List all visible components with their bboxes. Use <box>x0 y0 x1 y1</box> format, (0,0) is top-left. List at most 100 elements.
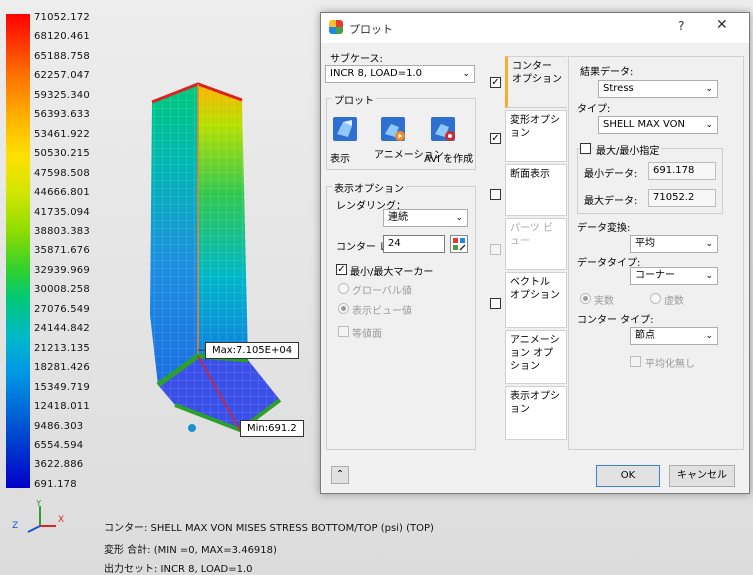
dialog-titlebar[interactable]: プロット ? ✕ <box>321 13 749 43</box>
minmax-spec-checkbox[interactable] <box>580 143 591 154</box>
legend-value: 35871.676 <box>34 245 90 257</box>
axis-triad-icon: Y X Z <box>12 500 64 533</box>
legend-value: 12418.011 <box>34 401 90 413</box>
legend-value: 56393.633 <box>34 109 90 121</box>
iso-surface-label: 等値面 <box>352 329 382 340</box>
subcase-select[interactable]: INCR 8, LOAD=1.0 ⌄ <box>325 65 475 83</box>
min-data-label: 最小データ: <box>584 169 638 180</box>
legend-value: 47598.508 <box>34 167 90 179</box>
data-type-value: コーナー <box>635 270 675 281</box>
legend-value: 9486.303 <box>34 420 84 432</box>
minmax-marker-label: 最小/最大マーカー <box>350 267 434 278</box>
legend-value: 691.178 <box>34 478 77 490</box>
stress-contour-model <box>150 82 282 433</box>
view-value-radio[interactable] <box>338 303 349 314</box>
legend-value: 59325.340 <box>34 89 90 101</box>
status-output-line: 出力セット: INCR 8, LOAD=1.0 <box>104 564 253 575</box>
tab-section-view[interactable]: 断面表示 <box>505 164 567 216</box>
status-contour-line: コンター: SHELL MAX VON MISES STRESS BOTTOM/… <box>104 523 434 534</box>
result-data-select[interactable]: Stress ⌄ <box>598 80 718 98</box>
display-icon[interactable] <box>332 116 358 142</box>
subcase-value: INCR 8, LOAD=1.0 <box>330 68 422 79</box>
tab-contour-options[interactable]: コンター オプション <box>505 56 567 108</box>
display-button-label[interactable]: 表示 <box>330 150 350 165</box>
rendering-value: 連続 <box>388 212 408 223</box>
type-label: タイプ: <box>577 104 611 115</box>
chevron-down-icon: ⌄ <box>705 120 713 130</box>
help-button[interactable]: ? <box>678 19 684 33</box>
data-transform-label: データ変換: <box>577 223 631 234</box>
min-data-input[interactable]: 691.178 <box>648 162 716 180</box>
min-marker-callout: Min:691.2 <box>240 420 304 437</box>
minmax-spec-label: 最大/最小指定 <box>594 142 662 157</box>
type-value: SHELL MAX VON MISES <box>603 119 686 130</box>
tab-animation-options[interactable]: アニメーション オプション <box>505 330 567 384</box>
rendering-select[interactable]: 連続 ⌄ <box>383 209 468 227</box>
chevron-down-icon: ⌄ <box>705 331 713 341</box>
legend-value: 30008.258 <box>34 284 90 296</box>
collapse-button[interactable]: ⌃ <box>331 466 349 484</box>
axis-x-label: X <box>58 515 64 525</box>
legend-value: 6554.594 <box>34 439 84 451</box>
legend-value: 3622.886 <box>34 459 84 471</box>
dialog-title: プロット <box>349 23 393 36</box>
deform-options-checkbox[interactable]: ✓ <box>490 133 501 144</box>
max-data-input[interactable]: 71052.2 <box>648 189 716 207</box>
contour-type-select[interactable]: 節点 ⌄ <box>630 327 718 345</box>
status-deform-line: 変形 合計: (MIN =0, MAX=3.46918) <box>104 545 277 556</box>
axis-z-label: Z <box>12 521 18 531</box>
axis-y-label: Y <box>35 500 42 509</box>
contour-options-checkbox[interactable]: ✓ <box>490 77 501 88</box>
legend-value: 50530.215 <box>34 148 90 160</box>
contour-type-label: コンター タイプ: <box>577 315 654 326</box>
parts-view-checkbox[interactable] <box>490 244 501 255</box>
imag-label: 虚数 <box>664 296 684 307</box>
legend-value: 18281.426 <box>34 362 90 374</box>
animation-icon[interactable] <box>380 116 406 142</box>
global-value-radio[interactable] <box>338 283 349 294</box>
result-data-value: Stress <box>603 83 634 94</box>
subcase-label: サブケース: <box>330 54 383 65</box>
legend-value: 21213.135 <box>34 342 90 354</box>
avi-button-label[interactable]: AVI を作成 <box>424 150 473 165</box>
legend-value: 44666.801 <box>34 187 90 199</box>
type-select[interactable]: SHELL MAX VON MISES ⌄ <box>598 116 718 134</box>
legend-value: 24144.842 <box>34 323 90 335</box>
imag-radio[interactable] <box>650 293 661 304</box>
data-type-select[interactable]: コーナー ⌄ <box>630 267 718 285</box>
chevron-down-icon: ⌄ <box>705 84 713 94</box>
legend-value: 68120.461 <box>34 31 90 43</box>
chevron-down-icon: ⌄ <box>705 239 713 249</box>
iso-surface-checkbox[interactable] <box>338 326 349 337</box>
tab-parts-view[interactable]: パーツ ビュー <box>505 218 567 270</box>
no-average-checkbox[interactable] <box>630 356 641 367</box>
max-data-label: 最大データ: <box>584 196 638 207</box>
legend-value: 65188.758 <box>34 50 90 62</box>
contour-levels-input[interactable]: 24 <box>383 235 445 253</box>
cancel-button[interactable]: キャンセル <box>669 465 735 487</box>
close-button[interactable]: ✕ <box>716 17 728 33</box>
minmax-marker-checkbox[interactable]: ✓ <box>336 264 347 275</box>
legend-value: 71052.172 <box>34 12 90 23</box>
tab-vector-options[interactable]: ベクトル オプション <box>505 272 567 328</box>
result-data-label: 結果データ: <box>580 67 634 78</box>
tab-display-options[interactable]: 表示オプション <box>505 386 567 440</box>
global-value-label: グローバル値 <box>352 286 412 297</box>
real-radio[interactable] <box>580 293 591 304</box>
chevron-down-icon: ⌄ <box>455 213 463 223</box>
chevron-down-icon: ⌄ <box>705 271 713 281</box>
contour-levels-label: コンター レ <box>336 242 390 253</box>
view-value-label: 表示ビュー値 <box>352 306 412 317</box>
data-transform-value: 平均 <box>635 238 655 249</box>
avi-icon[interactable] <box>430 116 456 142</box>
legend-value: 32939.969 <box>34 264 90 276</box>
ok-button[interactable]: OK <box>596 465 660 487</box>
app-logo-icon <box>329 20 343 34</box>
section-view-checkbox[interactable] <box>490 189 501 200</box>
plot-group-label: プロット <box>332 92 376 107</box>
color-palette-icon[interactable] <box>450 235 468 253</box>
contour-color-legend <box>6 14 30 488</box>
data-transform-select[interactable]: 平均 ⌄ <box>630 235 718 253</box>
tab-deform-options[interactable]: 変形オプション <box>505 110 567 162</box>
vector-options-checkbox[interactable] <box>490 298 501 309</box>
